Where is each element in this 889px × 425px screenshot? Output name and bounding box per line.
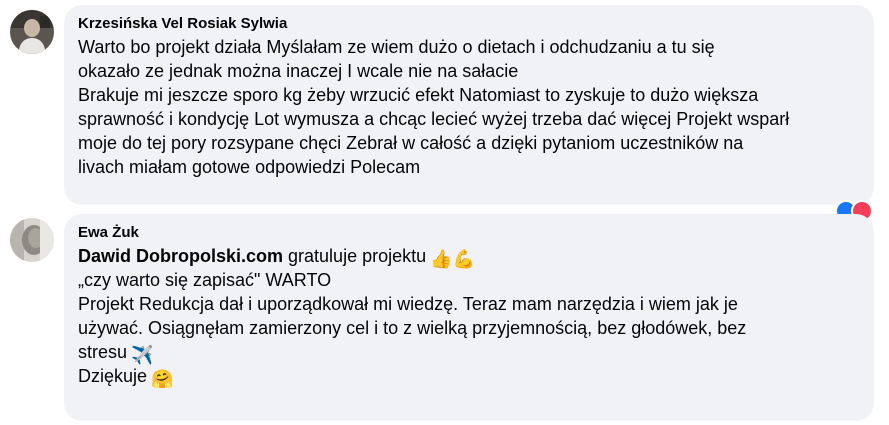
comment-line: używać. Osiągnęłam zamierzony cel i to z… — [78, 318, 747, 338]
comment-bubble: Krzesińska Vel Rosiak Sylwia Warto bo pr… — [64, 5, 874, 205]
comment-author[interactable]: Krzesińska Vel Rosiak Sylwia — [78, 14, 860, 34]
comment-line: stresu ✈️ — [78, 340, 860, 364]
comment-line: Brakuje mi jeszcze sporo kg żeby wrzucić… — [78, 85, 759, 105]
avatar-photo-icon — [10, 10, 54, 54]
comment-line: Projekt Redukcja dał i uporządkował mi w… — [78, 294, 738, 314]
mention-link[interactable]: Dawid Dobropolski.com — [78, 246, 283, 266]
comment-line: Dziękuje 🤗 — [78, 364, 860, 388]
avatar[interactable] — [10, 218, 54, 262]
airplane-emoji: ✈️ — [131, 345, 154, 365]
comment-line: moje do tej pory rozsypane chęci Zebrał … — [78, 133, 744, 153]
avatar-photo-icon — [10, 218, 54, 262]
avatar[interactable] — [10, 10, 54, 54]
comment-author[interactable]: Ewa Żuk — [78, 223, 860, 243]
comment-bubble: Ewa Żuk Dawid Dobropolski.com gratuluje … — [64, 214, 874, 421]
comment-line: Warto bo projekt działa Myślałam ze wiem… — [78, 37, 715, 57]
comment-line: sprawność i kondycję Lot wymusza a chcąc… — [78, 109, 790, 129]
hugging-face-emoji: 🤗 — [151, 369, 174, 389]
comment-line-rest: gratuluje projektu — [283, 246, 427, 266]
comment-line: Dawid Dobropolski.com gratuluje projektu… — [78, 244, 860, 268]
thumbs-up-flexed-biceps-emoji: 👍💪 — [430, 249, 475, 269]
comment-line-text: stresu — [78, 342, 128, 362]
comment-line: livach miałam gotowe odpowiedzi Polecam — [78, 157, 421, 177]
comment-line: okazało ze jednak można inaczej I wcale … — [78, 61, 519, 81]
comment-text: Warto bo projekt działa Myślałam ze wiem… — [78, 35, 860, 179]
comment-line: „czy warto się zapisać" WARTO — [78, 270, 332, 290]
comment-text: Dawid Dobropolski.com gratuluje projektu… — [78, 244, 860, 388]
comment-line-text: Dziękuje — [78, 366, 148, 386]
